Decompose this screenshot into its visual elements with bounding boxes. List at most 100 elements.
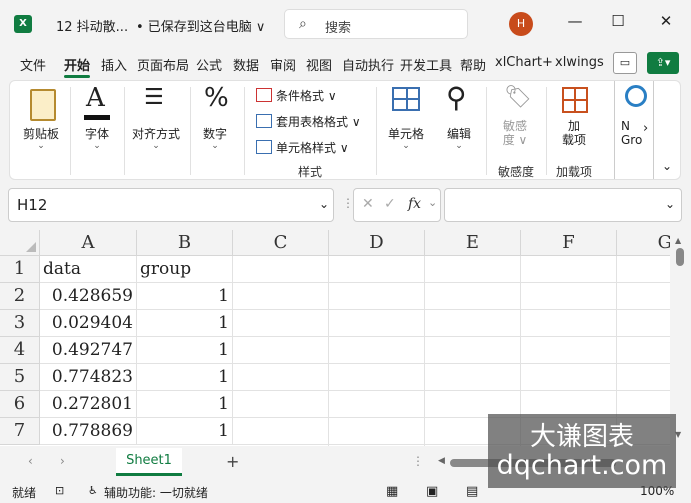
add-sheet-button[interactable]: + (226, 452, 239, 471)
name-box-value: H12 (17, 196, 48, 214)
cell-styles-button[interactable]: 单元格样式 ∨ (256, 139, 349, 156)
cell-b3[interactable]: 1 (137, 310, 233, 337)
cell-b2[interactable]: 1 (137, 283, 233, 310)
page-layout-view-icon[interactable]: ▣ (426, 484, 438, 499)
font-button[interactable]: A 字体 ⌄ (72, 81, 122, 179)
vertical-scroll-thumb[interactable] (676, 248, 684, 266)
scroll-left-icon[interactable]: ◀ (438, 456, 445, 466)
cell-a5[interactable]: 0.774823 (40, 364, 137, 391)
search-icon: ⚲ (446, 81, 467, 114)
maximize-icon[interactable]: ☐ (605, 12, 631, 30)
tab-home[interactable]: 开始 (64, 55, 91, 78)
cell-b6[interactable]: 1 (137, 391, 233, 418)
chevron-down-icon: ⌄ (152, 141, 160, 151)
row-header[interactable]: 4 (0, 337, 40, 364)
cell-b1[interactable]: group (137, 256, 233, 283)
search-input[interactable]: ⌕ 搜索 (284, 9, 468, 39)
insert-function-icon[interactable]: fx (408, 196, 421, 212)
partial-group-label: N Gro (621, 119, 643, 147)
minimize-icon[interactable]: — (562, 12, 588, 30)
watermark: 大谦图表 dqchart.com (488, 414, 676, 488)
enter-icon[interactable]: ✓ (384, 196, 396, 212)
save-status[interactable]: • 已保存到这台电脑 ∨ (136, 16, 265, 35)
cell-a1[interactable]: data (40, 256, 137, 283)
close-icon[interactable]: ✕ (653, 12, 679, 30)
column-header-a[interactable]: A (40, 230, 137, 256)
addins-label: 加 载项 (561, 119, 586, 147)
cells-button[interactable]: 单元格 ⌄ (380, 81, 432, 179)
format-as-table-label: 套用表格格式 ∨ (276, 115, 361, 129)
cell-a3[interactable]: 0.029404 (40, 310, 137, 337)
cancel-icon[interactable]: ✕ (362, 196, 374, 212)
chevron-down-icon: ⌄ (211, 141, 219, 151)
cell-b7[interactable]: 1 (137, 418, 233, 445)
alignment-button[interactable]: ☰ 对齐方式 ⌄ (126, 81, 186, 179)
cell-a7[interactable]: 0.778869 (40, 418, 137, 445)
cell-b5[interactable]: 1 (137, 364, 233, 391)
tab-xlchart[interactable]: xlChart+ (495, 55, 553, 70)
tab-page-layout[interactable]: 页面布局 (137, 55, 189, 74)
avatar[interactable]: H (509, 12, 533, 36)
cell-a6[interactable]: 0.272801 (40, 391, 137, 418)
row-header[interactable]: 6 (0, 391, 40, 418)
tag-icon: 🏷 (504, 85, 532, 110)
row-header[interactable]: 7 (0, 418, 40, 445)
column-header-f[interactable]: F (521, 230, 617, 256)
normal-view-icon[interactable]: ▦ (386, 484, 398, 499)
row-header[interactable]: 3 (0, 310, 40, 337)
row-header[interactable]: 5 (0, 364, 40, 391)
accessibility-icon: ♿ (88, 484, 98, 497)
font-icon: A (86, 83, 105, 113)
paste-button[interactable]: 剪贴板 ⌄ (16, 81, 66, 179)
document-title[interactable]: 12 抖动散... (56, 16, 128, 35)
chevron-left-icon[interactable]: ‹ (28, 454, 33, 468)
ribbon-home: 剪贴板 ⌄ A 字体 ⌄ ☰ 对齐方式 ⌄ % 数字 ⌄ 条件格式 ∨ 套用表格… (9, 80, 681, 180)
name-box[interactable]: H12 ⌄ (8, 188, 334, 222)
cell-b4[interactable]: 1 (137, 337, 233, 364)
row-header[interactable]: 1 (0, 256, 40, 283)
chevron-right-icon: › (643, 121, 649, 136)
tab-automate[interactable]: 自动执行 (342, 55, 394, 74)
column-header-d[interactable]: D (329, 230, 425, 256)
editing-button[interactable]: ⚲ 编辑 ⌄ (436, 81, 482, 179)
cell-a4[interactable]: 0.492747 (40, 337, 137, 364)
tab-data[interactable]: 数据 (233, 55, 259, 74)
column-header-c[interactable]: C (233, 230, 329, 256)
column-header-b[interactable]: B (137, 230, 233, 256)
more-options-icon[interactable]: ⋮ (412, 454, 424, 468)
column-header-e[interactable]: E (425, 230, 521, 256)
number-button[interactable]: % 数字 ⌄ (192, 81, 238, 179)
collapse-ribbon-icon[interactable]: ⌄ (662, 159, 672, 173)
column-header-g[interactable]: G (617, 230, 670, 256)
chevron-down-icon: ⌄ (402, 141, 410, 151)
share-button[interactable]: ⇪▾ (647, 52, 679, 74)
macro-record-icon[interactable]: ⊡ (55, 484, 64, 497)
tab-formulas[interactable]: 公式 (196, 55, 222, 74)
chevron-right-icon[interactable]: › (60, 454, 65, 468)
scroll-up-icon[interactable]: ▲ (675, 236, 681, 245)
number-label: 数字 (202, 127, 227, 141)
row-header[interactable]: 2 (0, 283, 40, 310)
tab-help[interactable]: 帮助 (460, 55, 486, 74)
tab-file[interactable]: 文件 (20, 55, 46, 74)
tab-developer[interactable]: 开发工具 (400, 55, 452, 74)
table-icon (256, 114, 272, 128)
title-bar: X 12 抖动散... • 已保存到这台电脑 ∨ ⌕ 搜索 H — ☐ ✕ (0, 0, 691, 48)
conditional-format-button[interactable]: 条件格式 ∨ (256, 87, 337, 104)
tab-view[interactable]: 视图 (306, 55, 332, 74)
page-break-view-icon[interactable]: ▤ (466, 484, 478, 499)
tab-review[interactable]: 审阅 (270, 55, 296, 74)
tab-insert[interactable]: 插入 (101, 55, 127, 74)
tab-xlwings[interactable]: xlwings (555, 55, 604, 70)
formula-input[interactable]: ⌄ (444, 188, 682, 222)
editing-label: 编辑 (446, 127, 471, 141)
comments-icon[interactable]: ▭ (613, 52, 637, 74)
sheet-tab-sheet1[interactable]: Sheet1 (116, 448, 182, 476)
format-as-table-button[interactable]: 套用表格格式 ∨ (256, 113, 361, 130)
cell-styles-label: 单元格样式 ∨ (276, 141, 349, 155)
partial-group-button[interactable]: N Gro › (614, 81, 654, 179)
accessibility-status[interactable]: 辅助功能: 一切就绪 (104, 484, 208, 501)
select-all-button[interactable] (0, 230, 40, 256)
cell-a2[interactable]: 0.428659 (40, 283, 137, 310)
divider (376, 87, 377, 175)
